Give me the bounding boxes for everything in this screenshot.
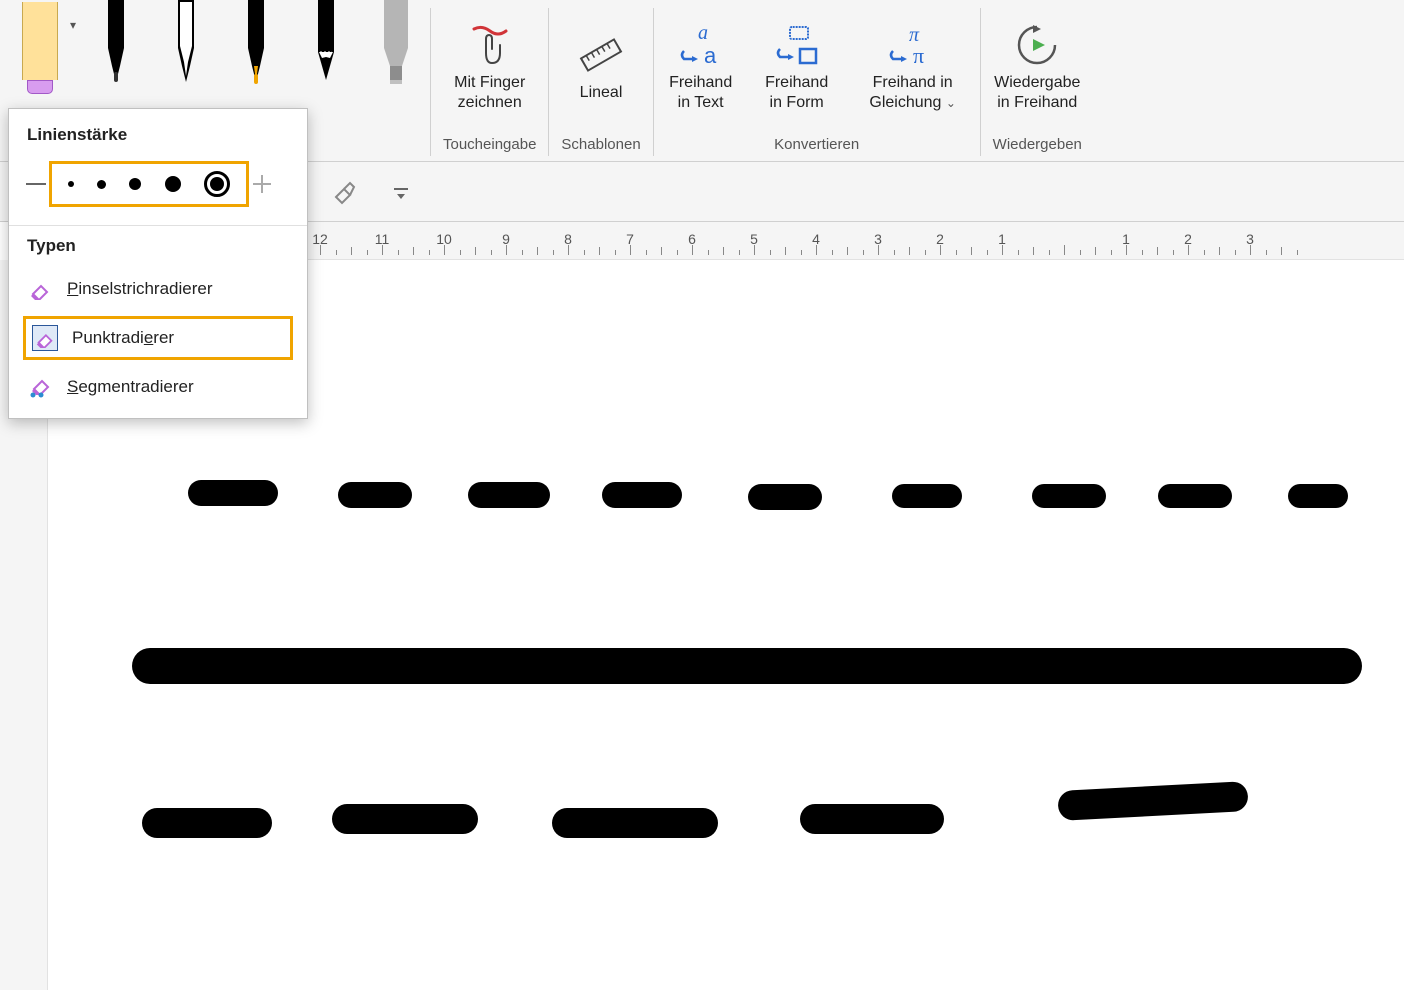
group-caption-touch: Toucheingabe — [443, 130, 536, 157]
pen-black[interactable] — [90, 0, 142, 86]
pencil-black[interactable] — [300, 0, 352, 86]
thickness-row — [9, 155, 307, 221]
thickness-3[interactable] — [129, 178, 141, 190]
eraser-type-segment[interactable]: Segmentradierer — [9, 364, 307, 410]
eraser-type-segment-label: Segmentradierer — [67, 377, 194, 397]
ruler-icon — [578, 32, 624, 78]
format-painter-icon[interactable] — [330, 177, 360, 207]
finger-draw-button[interactable]: Mit Finger zeichnen — [454, 21, 525, 113]
eraser-type-point-highlighted[interactable]: Punktradierer — [23, 316, 293, 360]
eraser-type-stroke[interactable]: Pinselstrichradierer — [9, 266, 307, 312]
ink-to-math-icon: π π — [885, 23, 941, 67]
eraser-options-popup: Linienstärke Typen Pinselstrichradierer — [8, 108, 308, 419]
svg-text:a: a — [704, 43, 717, 67]
svg-text:a: a — [698, 23, 708, 44]
thickness-options-highlighted — [49, 161, 249, 207]
chevron-down-icon: ⌄ — [946, 96, 956, 110]
ribbon-group-stencils: Lineal Schablonen — [549, 0, 652, 161]
eraser-segment-icon — [27, 374, 53, 400]
replay-icon — [1013, 21, 1061, 69]
ink-to-text-icon: a a — [676, 23, 726, 67]
toolbar-overflow-icon[interactable] — [390, 181, 412, 203]
pen-white[interactable] — [160, 0, 212, 86]
ink-to-shape-button[interactable]: Freihand in Form — [762, 21, 832, 113]
thickness-title: Linienstärke — [9, 125, 307, 155]
eraser-point-icon — [32, 325, 58, 351]
svg-text:π: π — [913, 43, 924, 67]
highlighter-gray[interactable] — [370, 0, 422, 86]
thickness-5-selected[interactable] — [204, 171, 230, 197]
group-caption-convert: Konvertieren — [774, 130, 859, 157]
eraser-tool[interactable]: ▾ — [8, 0, 72, 94]
types-title: Typen — [9, 236, 307, 266]
group-caption-replay: Wiedergeben — [993, 130, 1082, 157]
pen-yellow[interactable] — [230, 0, 282, 86]
eraser-type-stroke-label: Pinselstrichradierer — [67, 279, 213, 299]
finger-draw-icon — [468, 23, 512, 67]
ink-to-shape-icon — [772, 23, 822, 67]
ribbon-group-touch: Mit Finger zeichnen Toucheingabe — [431, 0, 548, 161]
thickness-4[interactable] — [165, 176, 181, 192]
thickness-increase[interactable] — [249, 175, 275, 193]
ribbon-group-replay: Wiedergabe in Freihand Wiedergeben — [981, 0, 1094, 161]
ruler-button[interactable]: Lineal — [566, 31, 636, 103]
eraser-type-point-label: Punktradierer — [72, 328, 174, 348]
ribbon-group-convert: a a Freihand in Text — [654, 0, 980, 161]
chevron-down-icon[interactable]: ▾ — [70, 18, 76, 32]
eraser-stroke-icon — [27, 276, 53, 302]
thickness-2[interactable] — [97, 180, 106, 189]
group-caption-stencils: Schablonen — [561, 130, 640, 157]
ink-to-text-button[interactable]: a a Freihand in Text — [666, 21, 736, 113]
ink-to-math-button[interactable]: π π Freihand in Gleichung ⌄ — [858, 21, 968, 113]
ink-replay-button[interactable]: Wiedergabe in Freihand — [994, 21, 1080, 113]
thickness-1[interactable] — [68, 181, 74, 187]
thickness-decrease[interactable] — [23, 181, 49, 187]
